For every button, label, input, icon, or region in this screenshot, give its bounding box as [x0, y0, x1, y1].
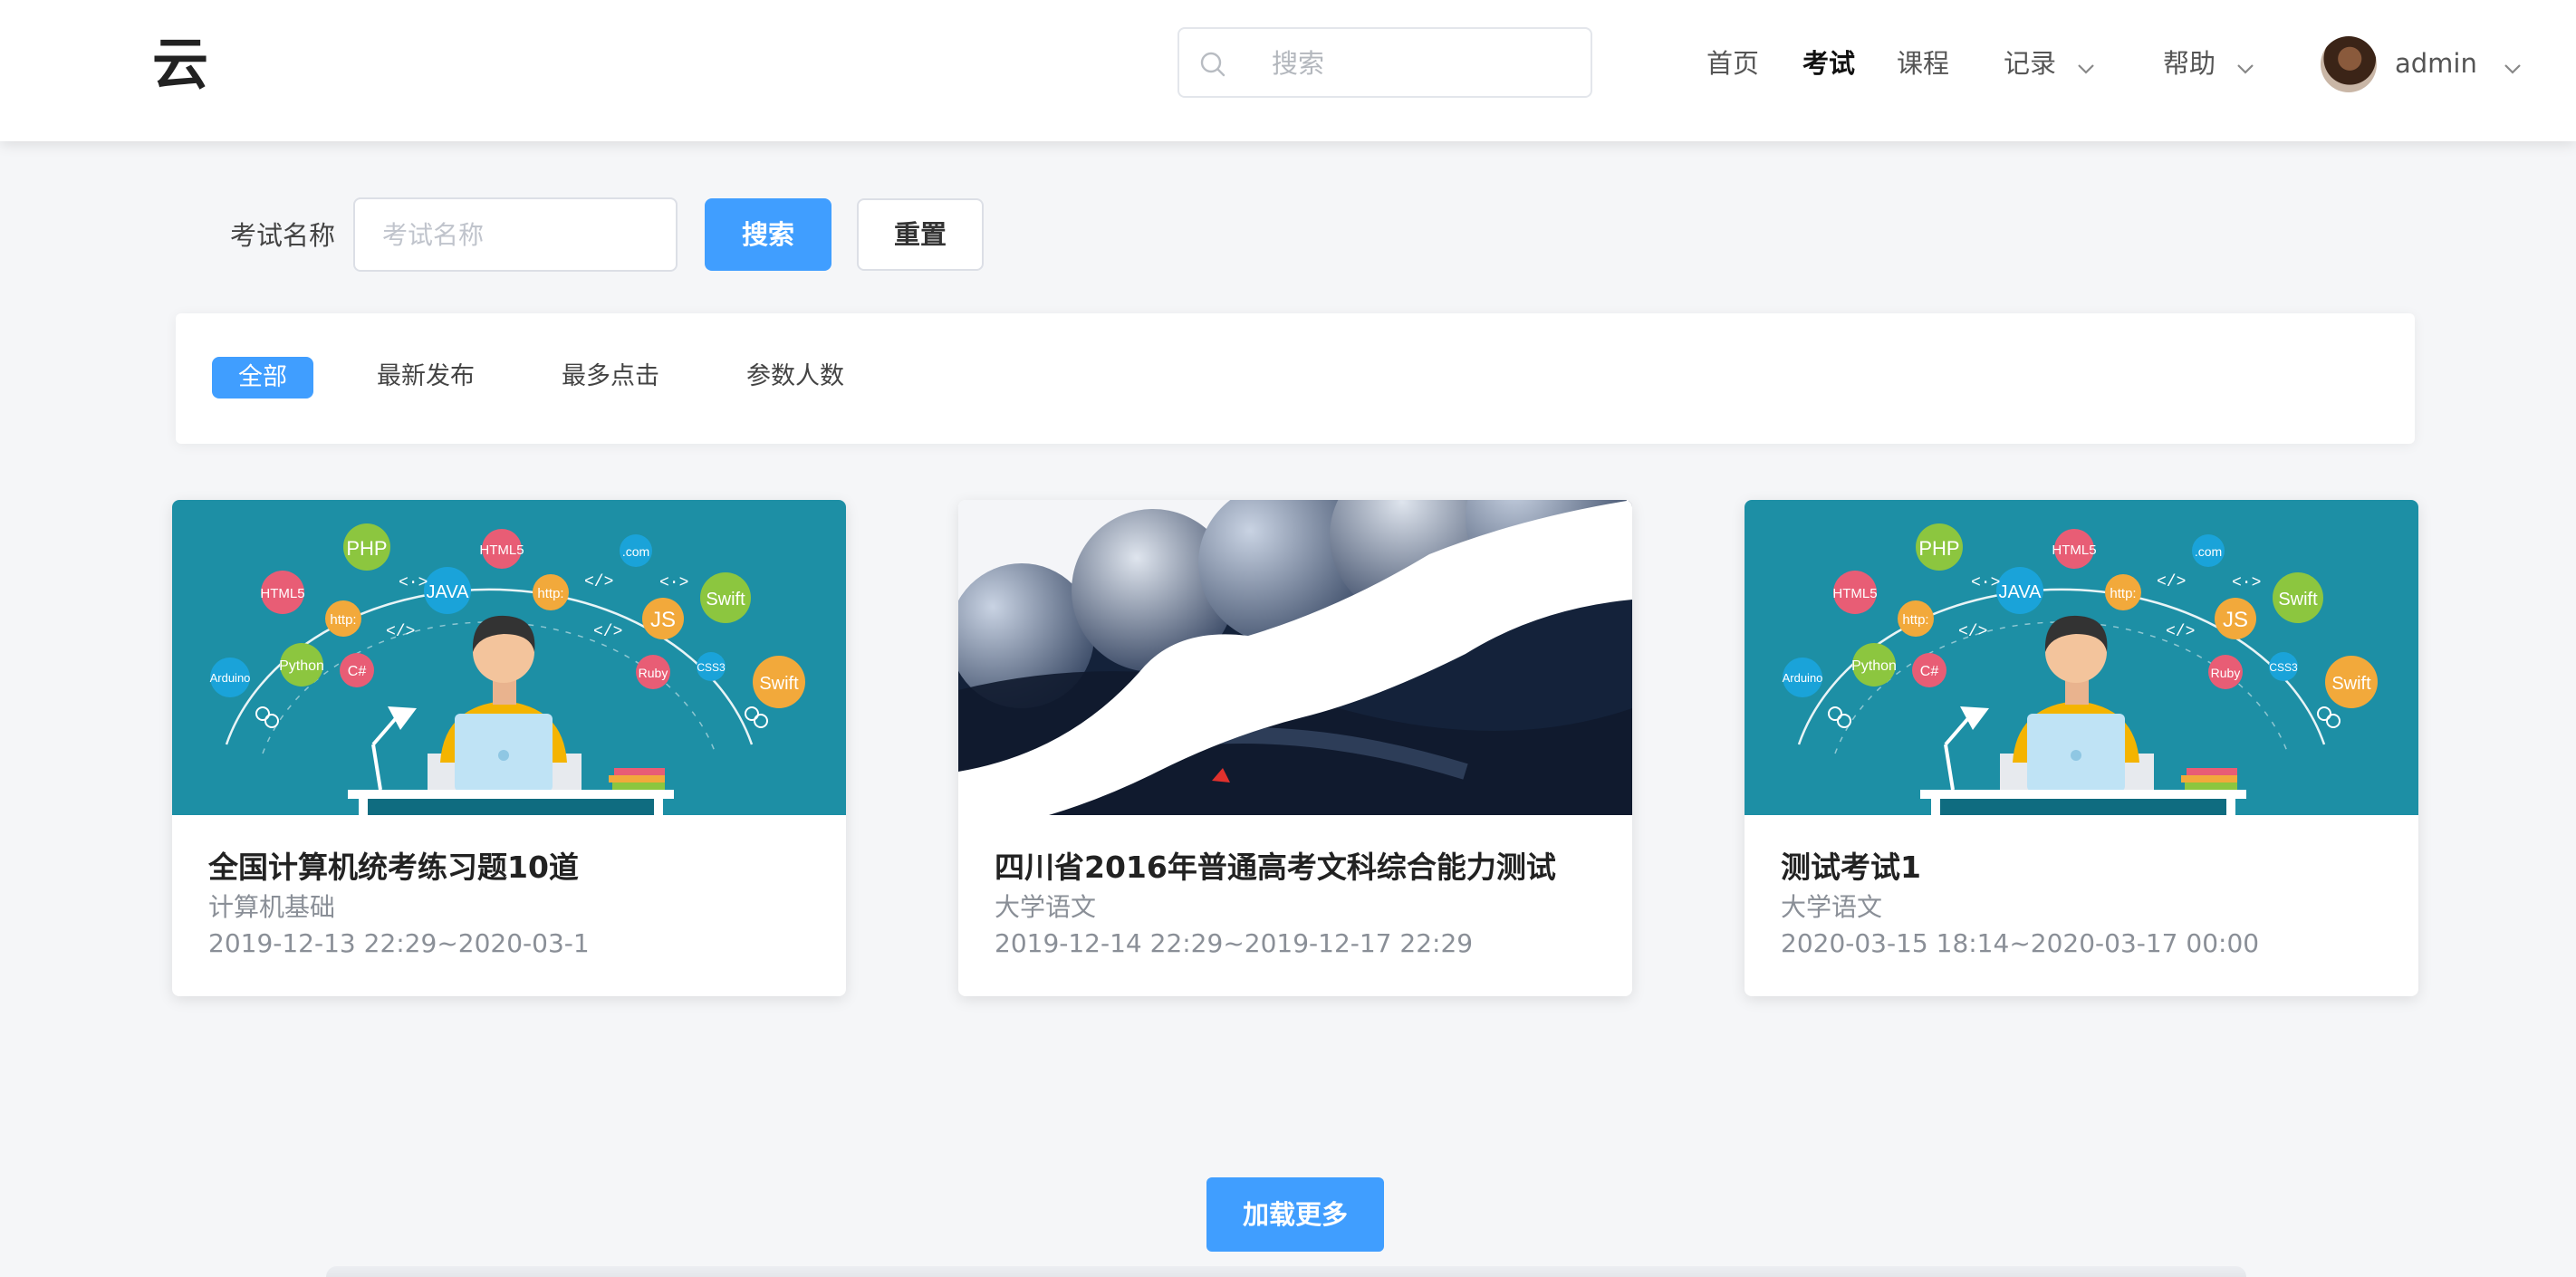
search-icon [1199, 51, 1226, 82]
svg-text:CSS3: CSS3 [2269, 661, 2298, 674]
svg-text:</>: </> [2166, 623, 2195, 641]
svg-text:http:: http: [537, 586, 563, 601]
nav-records-label: 记录 [2004, 48, 2057, 79]
programming-illustration: PHP HTML5 HTML5 JAVA http: .com Swift ht… [172, 500, 846, 815]
exam-card[interactable]: PHP HTML5 HTML5 JAVA http: .com Swift ht… [172, 500, 846, 996]
svg-text:Swift: Swift [2331, 674, 2371, 694]
global-search-box[interactable] [1177, 27, 1592, 98]
card-time: 2020-03-15 18:14~2020-03-17 00:00 [1781, 928, 2260, 958]
card-time: 2019-12-13 22:29~2020-03-1 [208, 928, 590, 958]
reset-button[interactable]: 重置 [857, 198, 984, 271]
user-name: admin [2395, 48, 2477, 79]
svg-text:JAVA: JAVA [1998, 582, 2042, 602]
card-title: 测试考试1 [1781, 850, 1921, 885]
svg-text:Arduino: Arduino [1783, 671, 1823, 685]
svg-text:PHP: PHP [1918, 537, 1959, 560]
nav-exam[interactable]: 考试 [1802, 42, 1855, 85]
svg-text:HTML5: HTML5 [1832, 586, 1877, 601]
chevron-down-icon [2504, 43, 2522, 87]
top-navbar: 云 首页 考试 课程 记录 帮助 admin [0, 0, 2576, 141]
svg-text:<·>: <·> [2232, 574, 2261, 592]
svg-text:C#: C# [1920, 664, 1939, 679]
svg-text:Python: Python [279, 658, 324, 674]
nav-exam-label: 考试 [1802, 48, 1856, 79]
svg-text:Swift: Swift [759, 674, 799, 694]
card-image: PHP HTML5 HTML5 JAVA http: .com Swift ht… [1745, 500, 2418, 815]
filter-tab-all[interactable]: 全部 [212, 357, 313, 398]
svg-text:HTML5: HTML5 [479, 542, 524, 558]
svg-text:Ruby: Ruby [639, 666, 668, 680]
svg-text:JS: JS [2223, 608, 2248, 632]
card-time: 2019-12-14 22:29~2019-12-17 22:29 [995, 928, 1474, 958]
svg-text:JAVA: JAVA [426, 582, 469, 602]
blue-toned-photo [958, 500, 1632, 815]
card-image: PHP HTML5 HTML5 JAVA http: .com Swift ht… [172, 500, 846, 815]
svg-text:PHP: PHP [346, 537, 387, 560]
svg-text:JS: JS [650, 608, 676, 632]
search-button[interactable]: 搜索 [705, 198, 831, 271]
svg-text:CSS3: CSS3 [697, 661, 726, 674]
nav-course-label: 课程 [1897, 48, 1950, 79]
site-logo[interactable]: 云 [152, 33, 208, 96]
svg-text:C#: C# [348, 664, 367, 679]
svg-text:Swift: Swift [706, 590, 745, 610]
svg-text:</>: </> [593, 623, 622, 641]
user-menu[interactable]: admin [2395, 42, 2522, 85]
svg-text:Swift: Swift [2278, 590, 2318, 610]
svg-text:Python: Python [1851, 658, 1897, 674]
svg-text:.com: .com [622, 544, 649, 559]
filter-tab-most-clicked[interactable]: 最多点击 [562, 355, 659, 398]
load-more-button[interactable]: 加载更多 [1206, 1177, 1384, 1252]
svg-text:</>: </> [2157, 573, 2186, 591]
chevron-down-icon [2077, 43, 2095, 87]
svg-text:<·>: <·> [1971, 574, 2000, 592]
svg-text:.com: .com [2195, 544, 2222, 559]
svg-text:http:: http: [330, 612, 356, 628]
user-avatar[interactable] [2321, 36, 2377, 92]
card-category: 大学语文 [995, 892, 1097, 922]
svg-text:</>: </> [1958, 623, 1987, 641]
chevron-down-icon [2236, 43, 2254, 87]
svg-text:Ruby: Ruby [2211, 666, 2241, 680]
nav-course[interactable]: 课程 [1897, 42, 1949, 85]
exam-name-input[interactable] [353, 197, 678, 272]
svg-text:<·>: <·> [399, 574, 428, 592]
nav-home-label: 首页 [1706, 48, 1760, 79]
filter-tab-latest[interactable]: 最新发布 [377, 355, 475, 398]
programming-illustration: PHP HTML5 HTML5 JAVA http: .com Swift ht… [1745, 500, 2418, 815]
footer-edge [326, 1266, 2246, 1277]
global-search-input[interactable] [1270, 29, 1572, 98]
svg-text:Arduino: Arduino [210, 671, 251, 685]
filter-bar: 全部 最新发布 最多点击 参数人数 [176, 313, 2415, 444]
card-title: 四川省2016年普通高考文科综合能力测试 [995, 850, 1556, 885]
card-category: 计算机基础 [208, 892, 336, 922]
filter-tab-participants[interactable]: 参数人数 [746, 355, 844, 398]
card-image [958, 500, 1632, 815]
svg-text:http:: http: [2110, 586, 2136, 601]
svg-text:http:: http: [1902, 612, 1928, 628]
nav-records[interactable]: 记录 [2004, 42, 2095, 85]
exam-name-label: 考试名称 [230, 220, 336, 251]
svg-text:</>: </> [584, 573, 613, 591]
nav-help-label: 帮助 [2163, 48, 2216, 79]
card-category: 大学语文 [1781, 892, 1883, 922]
exam-card[interactable]: 四川省2016年普通高考文科综合能力测试 大学语文 2019-12-14 22:… [958, 500, 1632, 996]
card-title: 全国计算机统考练习题10道 [208, 850, 579, 885]
svg-text:</>: </> [386, 623, 415, 641]
nav-help[interactable]: 帮助 [2163, 42, 2254, 85]
exam-card[interactable]: PHP HTML5 HTML5 JAVA http: .com Swift ht… [1745, 500, 2418, 996]
nav-home[interactable]: 首页 [1706, 42, 1759, 85]
svg-text:HTML5: HTML5 [2052, 542, 2096, 558]
svg-text:<·>: <·> [659, 574, 688, 592]
svg-text:HTML5: HTML5 [260, 586, 304, 601]
